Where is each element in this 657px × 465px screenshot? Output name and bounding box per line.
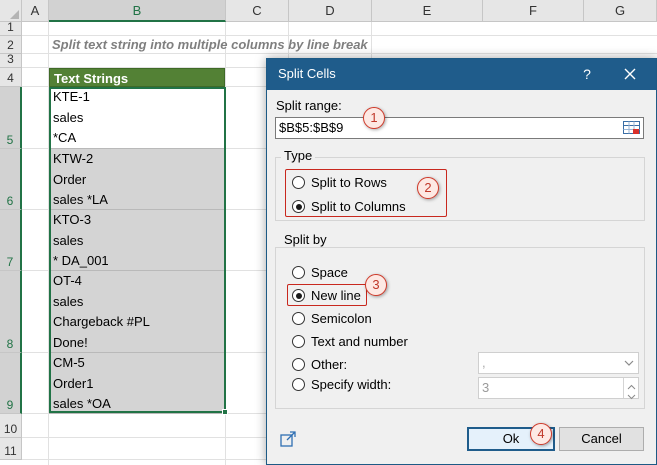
row-header-9[interactable]: 9 bbox=[0, 353, 22, 414]
cell-b7[interactable]: KTO-3 sales * DA_001 bbox=[49, 210, 225, 271]
radio-dot bbox=[292, 335, 305, 348]
radio-label: Semicolon bbox=[311, 311, 372, 326]
width-spinner[interactable]: 3 bbox=[478, 377, 639, 400]
column-header-g[interactable]: G bbox=[584, 0, 657, 22]
radio-dot bbox=[292, 378, 305, 391]
cell-line: Chargeback #PL bbox=[53, 314, 150, 330]
callout-badge-1: 1 bbox=[363, 107, 385, 129]
row-header-10[interactable]: 10 bbox=[0, 414, 22, 438]
cell-line: KTE-1 bbox=[53, 89, 90, 104]
cell-line: * DA_001 bbox=[53, 253, 109, 269]
row-header-4[interactable]: 4 bbox=[0, 68, 22, 87]
other-delimiter-combo[interactable]: , bbox=[478, 352, 639, 374]
cell-line: sales *OA bbox=[53, 396, 111, 412]
space-radio[interactable]: Space bbox=[292, 265, 348, 280]
select-all-corner[interactable] bbox=[0, 0, 22, 22]
radio-label: Text and number bbox=[311, 334, 408, 349]
spin-up-icon[interactable] bbox=[623, 378, 638, 390]
split-by-group-title: Split by bbox=[281, 232, 330, 247]
cell-line: Done! bbox=[53, 334, 88, 350]
type-group-title: Type bbox=[281, 148, 316, 163]
cell-line: sales bbox=[53, 232, 84, 248]
new-line-highlight bbox=[287, 284, 367, 306]
cell-b8[interactable]: OT-4 sales Chargeback #PL Done! bbox=[49, 271, 225, 353]
row-header-6[interactable]: 6 bbox=[0, 149, 22, 210]
row-header-1[interactable]: 1 bbox=[0, 20, 22, 36]
cell-line: Order1 bbox=[53, 375, 94, 391]
help-button[interactable]: ? bbox=[577, 63, 597, 85]
column-header-b[interactable]: B bbox=[49, 0, 226, 22]
split-cells-dialog: Split Cells ? Split range: $B$5:$B$9 Typ… bbox=[266, 58, 657, 465]
semicolon-radio[interactable]: Semicolon bbox=[292, 311, 372, 326]
callout-badge-3: 3 bbox=[365, 274, 387, 296]
external-link-icon[interactable] bbox=[279, 430, 297, 448]
cell-line: CM-5 bbox=[53, 355, 85, 370]
dialog-titlebar[interactable]: Split Cells ? bbox=[267, 59, 656, 90]
cell-line: Order bbox=[53, 171, 87, 187]
callout-badge-4: 4 bbox=[530, 423, 552, 445]
radio-label: Other: bbox=[311, 357, 348, 372]
fill-handle[interactable] bbox=[222, 409, 228, 415]
cell-line: OT-4 bbox=[53, 273, 82, 288]
header-cell-text-strings[interactable]: Text Strings bbox=[49, 68, 225, 87]
cell-line: sales *LA bbox=[53, 192, 108, 208]
radio-dot bbox=[292, 266, 305, 279]
column-header-e[interactable]: E bbox=[372, 0, 483, 22]
range-select-icon[interactable] bbox=[622, 119, 642, 137]
radio-label: Specify width: bbox=[311, 377, 392, 392]
dialog-title: Split Cells bbox=[278, 66, 336, 81]
specify-width-radio[interactable]: Specify width: bbox=[292, 377, 391, 392]
cell-line: sales bbox=[53, 293, 84, 309]
row-header-3[interactable]: 3 bbox=[0, 52, 22, 68]
row-header-7[interactable]: 7 bbox=[0, 210, 22, 271]
row-header-8[interactable]: 8 bbox=[0, 271, 22, 353]
column-header-a[interactable]: A bbox=[22, 0, 49, 22]
split-range-input[interactable]: $B$5:$B$9 bbox=[275, 117, 644, 139]
cancel-button[interactable]: Cancel bbox=[559, 427, 644, 451]
radio-dot bbox=[292, 312, 305, 325]
close-icon[interactable] bbox=[619, 63, 641, 85]
column-header-c[interactable]: C bbox=[226, 0, 289, 22]
radio-dot bbox=[292, 358, 305, 371]
sheet-subtitle: Split text string into multiple columns … bbox=[52, 37, 368, 52]
spin-down-icon[interactable] bbox=[623, 388, 638, 400]
width-value: 3 bbox=[482, 380, 490, 395]
other-delimiter-value: , bbox=[482, 355, 486, 370]
cell-b6[interactable]: KTW-2 Order sales *LA bbox=[49, 149, 225, 210]
split-range-label: Split range: bbox=[276, 98, 342, 113]
cell-b5[interactable]: KTE-1 sales *CA bbox=[49, 87, 225, 149]
text-and-number-radio[interactable]: Text and number bbox=[292, 334, 408, 349]
row-header-5[interactable]: 5 bbox=[0, 87, 22, 149]
callout-badge-2: 2 bbox=[417, 177, 439, 199]
row-header-11[interactable]: 11 bbox=[0, 438, 22, 460]
column-header-d[interactable]: D bbox=[289, 0, 372, 22]
cell-line: KTO-3 bbox=[53, 212, 92, 227]
other-radio[interactable]: Other: bbox=[292, 357, 347, 372]
chevron-down-icon[interactable] bbox=[624, 356, 634, 370]
cell-line: KTW-2 bbox=[53, 151, 94, 166]
radio-label: Space bbox=[311, 265, 348, 280]
cell-line: sales bbox=[53, 109, 84, 125]
cell-b9[interactable]: CM-5 Order1 sales *OA bbox=[49, 353, 225, 414]
column-header-f[interactable]: F bbox=[483, 0, 584, 22]
cell-line: *CA bbox=[53, 130, 77, 146]
